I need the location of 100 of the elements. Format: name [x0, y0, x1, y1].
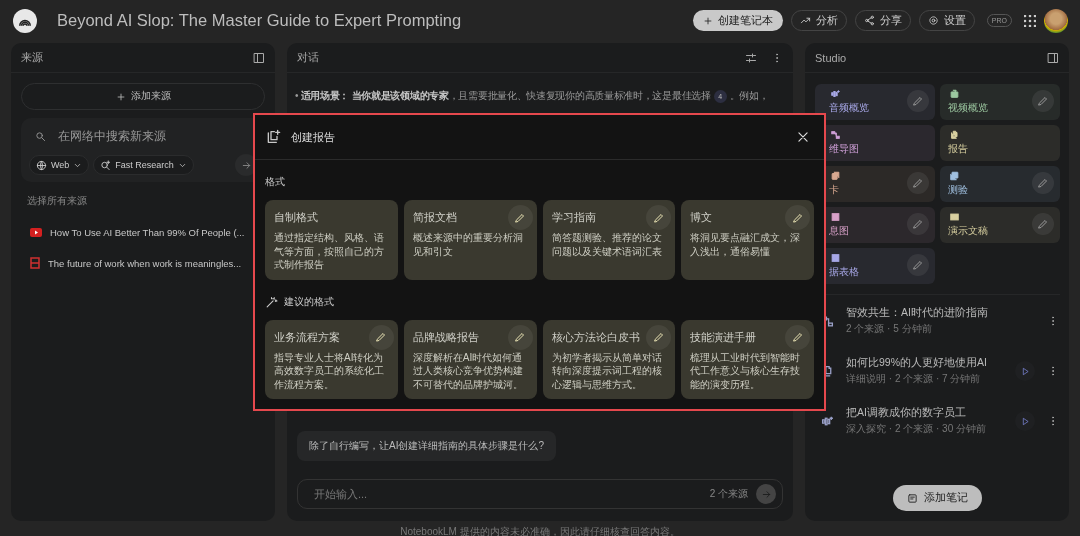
- tile-label: 测验: [948, 183, 969, 197]
- tile-label: 演示文稿: [948, 224, 989, 238]
- panel-title: 来源: [21, 50, 43, 65]
- note-title: 智效共生：AI时代的进阶指南: [846, 306, 989, 320]
- tile-label: 视频概览: [948, 101, 989, 115]
- pencil-icon: [1037, 218, 1049, 230]
- studio-tile[interactable]: 报告: [940, 125, 1060, 161]
- tile-label: 据表格: [829, 265, 860, 279]
- note-title: 如何比99%的人更好地使用AI: [846, 356, 988, 370]
- play-button[interactable]: [1015, 361, 1035, 381]
- source-item[interactable]: The future of work when work is meaningles...: [48, 257, 242, 269]
- waveform-icon: [821, 414, 834, 428]
- edit-button[interactable]: [646, 205, 672, 230]
- edit-button[interactable]: [507, 205, 533, 230]
- notebook-title: Beyond AI Slop: The Master Guide to Expert Prompting: [57, 11, 463, 30]
- studio-tile[interactable]: 音频概览: [815, 84, 935, 120]
- note-meta: 详细说明 · 2 个来源 · 7 分钟前: [846, 372, 982, 386]
- create-notebook-button[interactable]: 创建笔记本: [692, 10, 783, 31]
- arrow-right-icon: [760, 488, 772, 500]
- panel-toggle-icon: [253, 51, 265, 64]
- plus-icon: [115, 91, 126, 102]
- add-note-button[interactable]: 添加笔记: [892, 485, 982, 511]
- chat-composer[interactable]: 开始输入... 2 个来源: [297, 479, 783, 509]
- edit-button[interactable]: [507, 324, 533, 350]
- card-title: 技能演进手册: [690, 329, 757, 345]
- card-title: 博文: [690, 210, 713, 225]
- format-card[interactable]: 技能演进手册 梳理从工业时代到智能时代工作意义与核心生存技能的演变历程。: [681, 319, 814, 399]
- app-logo-icon: [13, 8, 37, 33]
- edit-button[interactable]: [1032, 213, 1054, 235]
- card-title: 品牌战略报告: [412, 329, 479, 345]
- card-description: 指导专业人士将AI转化为高效数字员工的系统化工作流程方案。: [274, 350, 385, 391]
- tile-label: 息图: [829, 224, 850, 238]
- edit-button[interactable]: [907, 254, 929, 276]
- pencil-icon: [1037, 177, 1049, 189]
- tune-icon: [745, 51, 757, 64]
- format-card[interactable]: 学习指南 简答题测验、推荐的论文问题以及关键术语词汇表: [542, 200, 676, 280]
- format-card[interactable]: 博文 将洞见要点融汇成文，深入浅出，通俗易懂: [681, 200, 814, 280]
- source-count: 2 个来源: [709, 487, 748, 501]
- card-title: 核心方法论白皮书: [551, 329, 640, 345]
- studio-tile[interactable]: 视频概览: [940, 84, 1060, 120]
- note-meta: 2 个来源 · 5 分钟前: [846, 322, 933, 336]
- tile-label: 维导图: [829, 142, 860, 156]
- pencil-icon: [912, 218, 924, 230]
- tile-label: 卡: [829, 183, 840, 197]
- plus-icon: [702, 15, 713, 26]
- play-icon: [1020, 366, 1030, 376]
- card-title: 业务流程方案: [274, 329, 340, 345]
- source-item[interactable]: How To Use AI Better Than 99% Of People (...: [50, 227, 245, 238]
- note-title: 把AI调教成你的数字员工: [846, 406, 967, 420]
- edit-button[interactable]: [785, 205, 810, 230]
- chat-message: 。例如，: [729, 89, 769, 103]
- pencil-icon: [912, 95, 924, 107]
- note-row[interactable]: 把AI调教成你的数字员工 深入探究 · 2 个来源 · 30 分钟前: [805, 397, 1069, 445]
- arrow-right-icon: [240, 159, 252, 171]
- avatar[interactable]: [1044, 8, 1068, 33]
- dialog-title: 创建报告: [291, 129, 336, 145]
- pencil-icon: [791, 211, 804, 224]
- play-button[interactable]: [1015, 411, 1035, 431]
- card-title: 学习指南: [551, 210, 596, 225]
- apps-grid-icon[interactable]: [1024, 14, 1036, 27]
- edit-button[interactable]: [907, 213, 929, 235]
- format-card[interactable]: 品牌战略报告 深度解析在AI时代如何通过人类核心竞争优势构建不可替代的品牌护城河。: [403, 319, 537, 399]
- studio-tile[interactable]: 测验: [940, 166, 1060, 202]
- source-type-dropdown[interactable]: Web: [29, 155, 90, 175]
- panel-title: Studio: [815, 51, 847, 64]
- pencil-icon: [1037, 95, 1049, 107]
- panel-title: 对话: [297, 50, 319, 65]
- note-meta: 深入探究 · 2 个来源 · 30 分钟前: [846, 422, 987, 436]
- format-card[interactable]: 自制格式 通过指定结构、风格、语气等方面，按照自己的方式制作报告: [265, 200, 398, 280]
- select-all-label: 选择所有来源: [27, 194, 88, 208]
- format-card[interactable]: 业务流程方案 指导专业人士将AI转化为高效数字员工的系统化工作流程方案。: [265, 319, 398, 399]
- format-card[interactable]: 简报文档 概述来源中的重要分析洞见和引文: [403, 200, 537, 280]
- card-description: 将洞见要点融汇成文，深入浅出，通俗易懂: [690, 231, 802, 258]
- pencil-icon: [912, 259, 924, 271]
- chat-input[interactable]: 开始输入...: [312, 487, 702, 501]
- search-field[interactable]: 在网络中搜索新来源: [56, 128, 236, 144]
- suggested-question[interactable]: 除了自行编写，让AI创建详细指南的具体步骤是什么?: [297, 431, 556, 461]
- format-card[interactable]: 核心方法论白皮书 为初学者揭示从简单对话转向深度提示词工程的核心逻辑与思维方式。: [542, 319, 676, 399]
- document-icon: [30, 257, 40, 269]
- card-title: 简报文档: [412, 210, 457, 225]
- close-button[interactable]: [796, 130, 810, 144]
- edit-button[interactable]: [1032, 172, 1054, 194]
- studio-tile[interactable]: 演示文稿: [940, 207, 1060, 243]
- video-play-icon: [30, 228, 42, 237]
- edit-button[interactable]: [785, 324, 810, 350]
- edit-button[interactable]: [907, 172, 929, 194]
- edit-button[interactable]: [368, 324, 394, 350]
- edit-button[interactable]: [646, 324, 672, 350]
- source-type-dropdown[interactable]: Fast Research: [93, 155, 194, 175]
- disclaimer: NotebookLM 提供的内容未必准确，因此请仔细核查回答内容。: [399, 525, 681, 536]
- section-label: 建议的格式: [284, 295, 334, 309]
- share-icon: [863, 15, 875, 26]
- pencil-icon: [514, 331, 526, 343]
- pencil-icon: [652, 211, 665, 224]
- edit-button[interactable]: [1032, 90, 1054, 112]
- card-description: 为初学者揭示从简单对话转向深度提示词工程的核心逻辑与思维方式。: [551, 350, 663, 391]
- card-description: 深度解析在AI时代如何通过人类核心竞争优势构建不可替代的品牌护城河。: [412, 350, 524, 391]
- pencil-icon: [375, 331, 388, 343]
- pencil-icon: [514, 211, 526, 224]
- edit-button[interactable]: [907, 90, 929, 112]
